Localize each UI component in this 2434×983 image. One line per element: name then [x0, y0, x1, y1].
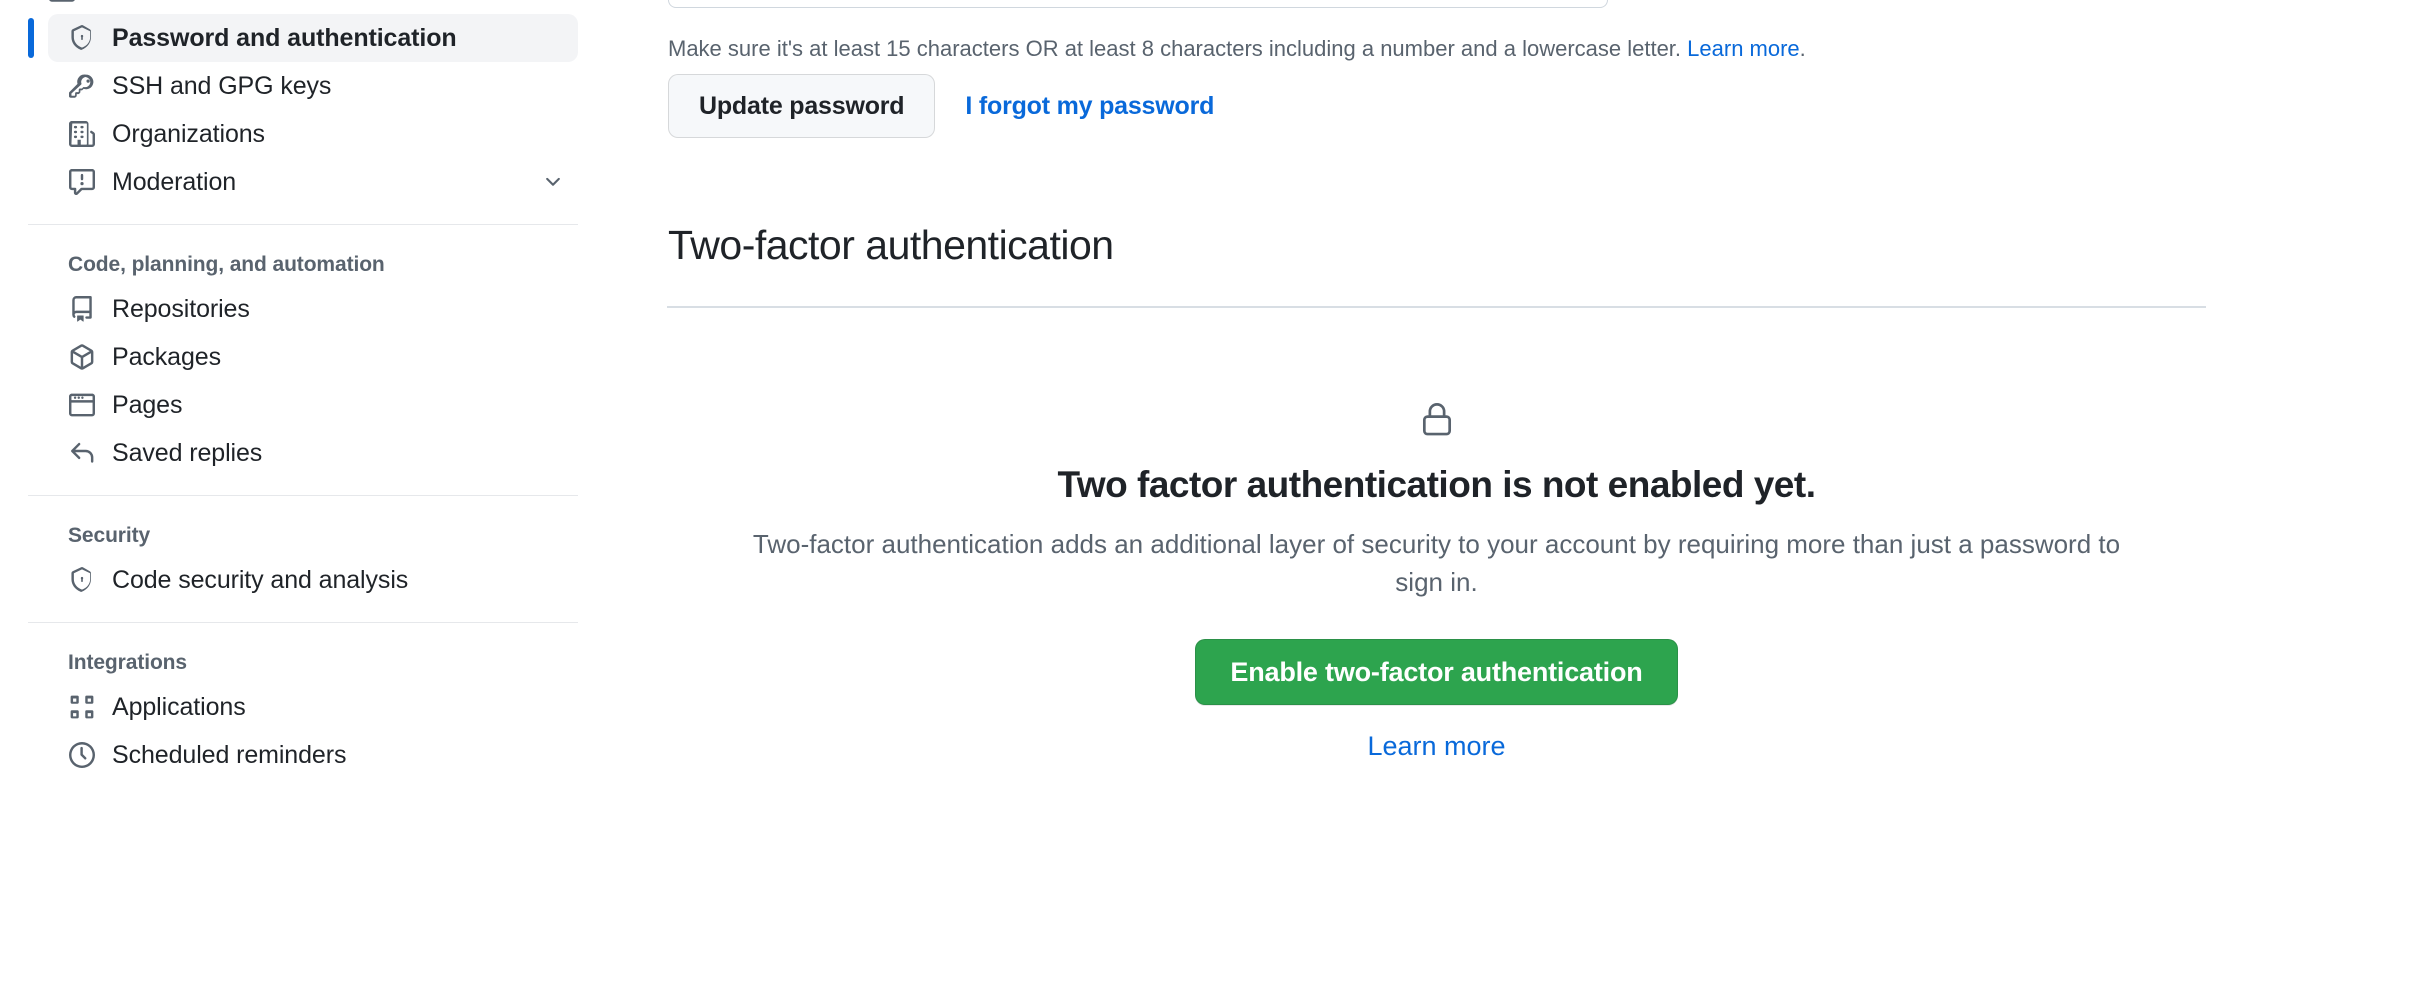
shield-lock-icon	[68, 566, 96, 594]
confirm-password-input[interactable]	[668, 0, 1608, 8]
reply-icon	[68, 439, 96, 467]
clock-icon	[68, 741, 96, 769]
active-indicator-bar	[28, 18, 34, 58]
two-factor-blankslate: Two factor authentication is not enabled…	[667, 330, 2206, 762]
sidebar-item-label: Saved replies	[112, 439, 263, 467]
blankslate-actions: Enable two-factor authentication	[667, 601, 2206, 706]
sidebar-item-saved-replies[interactable]: Saved replies	[48, 429, 578, 477]
sidebar-item-moderation[interactable]: Moderation	[48, 158, 578, 206]
sidebar-item-packages[interactable]: Packages	[48, 333, 578, 381]
key-icon	[68, 72, 96, 100]
sidebar-group-title: Security	[68, 524, 151, 547]
sidebar-divider	[28, 622, 578, 623]
chevron-down-icon[interactable]	[542, 171, 564, 193]
package-icon	[68, 343, 96, 371]
update-password-button[interactable]: Update password	[668, 74, 936, 138]
mail-icon	[48, 0, 76, 6]
settings-sidebar: Emails Password and authentication SSH an…	[0, 0, 600, 983]
password-actions-row: Update password I forgot my password	[668, 74, 1214, 138]
two-factor-learn-more-link[interactable]: Learn more	[667, 731, 2206, 762]
sidebar-item-label: Repositories	[112, 295, 250, 323]
sidebar-group-title: Code, planning, and automation	[68, 253, 385, 276]
password-hint-period: .	[1799, 36, 1806, 61]
browser-icon	[68, 391, 96, 419]
sidebar-divider	[28, 224, 578, 225]
sidebar-item-applications[interactable]: Applications	[48, 683, 578, 731]
sidebar-item-label: Organizations	[112, 120, 265, 148]
sidebar-item-scheduled-reminders[interactable]: Scheduled reminders	[48, 731, 578, 779]
sidebar-item-pages[interactable]: Pages	[48, 381, 578, 429]
apps-grid-icon	[68, 693, 96, 721]
forgot-password-link[interactable]: I forgot my password	[965, 92, 1214, 121]
sidebar-item-label: Applications	[112, 693, 246, 721]
sidebar-item-code-security-and-analysis[interactable]: Code security and analysis	[48, 556, 578, 604]
report-icon	[68, 168, 96, 196]
sidebar-item-password-and-authentication[interactable]: Password and authentication	[28, 14, 578, 62]
enable-two-factor-button[interactable]: Enable two-factor authentication	[1195, 639, 1678, 706]
lock-icon	[667, 400, 2206, 438]
two-factor-section-title: Two-factor authentication	[668, 222, 1114, 268]
blankslate-heading: Two factor authentication is not enabled…	[1057, 464, 1816, 505]
repo-icon	[68, 295, 96, 323]
sidebar-item-organizations[interactable]: Organizations	[48, 110, 578, 158]
main-content: Make sure it's at least 15 characters OR…	[600, 0, 2434, 983]
sidebar-item-repositories[interactable]: Repositories	[48, 285, 578, 333]
password-hint-text: Make sure it's at least 15 characters OR…	[668, 36, 1682, 61]
sidebar-item-label: Pages	[112, 391, 183, 419]
blankslate-description: Two-factor authentication adds an additi…	[752, 529, 2121, 597]
sidebar-item-label: Code security and analysis	[112, 566, 409, 594]
sidebar-item-ssh-and-gpg-keys[interactable]: SSH and GPG keys	[48, 62, 578, 110]
sidebar-group-title: Integrations	[68, 651, 187, 674]
password-hint-learn-more-link[interactable]: Learn more	[1687, 36, 1800, 61]
sidebar-item-label: Emails	[92, 0, 167, 7]
settings-page: Emails Password and authentication SSH an…	[0, 0, 2434, 983]
sidebar-item-label: SSH and GPG keys	[112, 72, 332, 100]
sidebar-divider	[28, 495, 578, 496]
organization-icon	[68, 120, 96, 148]
sidebar-item-label: Password and authentication	[112, 24, 457, 52]
sidebar-item-label: Packages	[112, 343, 221, 371]
sidebar-item-label: Moderation	[112, 168, 237, 196]
password-requirements-hint: Make sure it's at least 15 characters OR…	[668, 32, 1806, 65]
section-divider	[667, 306, 2206, 308]
sidebar-item-label: Scheduled reminders	[112, 741, 347, 769]
shield-lock-icon	[68, 24, 96, 52]
